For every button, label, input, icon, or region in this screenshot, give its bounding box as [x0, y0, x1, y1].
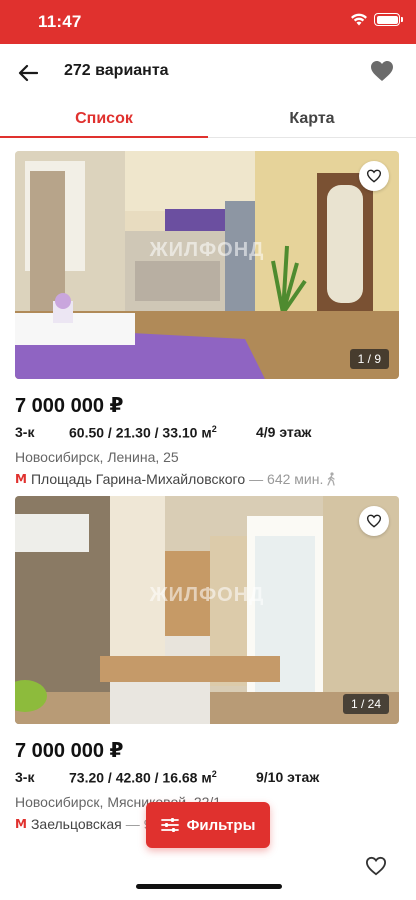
add-favorite-button[interactable] — [359, 506, 389, 536]
heart-icon — [371, 61, 393, 81]
apartment-photo-living-room — [15, 151, 399, 379]
home-indicator — [136, 884, 282, 889]
metro-info: Ⅿ Площадь Гарина-Михайловского — 642 мин… — [15, 471, 399, 487]
status-time: 11:47 — [38, 12, 82, 31]
filters-label: Фильтры — [186, 816, 256, 834]
floor: 4/9 этаж — [256, 424, 312, 440]
apartment-photo-kitchen — [15, 496, 399, 724]
photo-counter: 1 / 9 — [349, 349, 389, 369]
add-favorite-button[interactable] — [359, 161, 389, 191]
listing-photo[interactable]: ЖИЛФОНД 1 / 9 — [15, 151, 399, 379]
area-unit-sup: 2 — [211, 424, 217, 434]
area-values: 60.50 / 21.30 / 33.10 м — [69, 424, 212, 441]
rooms-count: 3-к — [15, 769, 35, 785]
metro-icon: Ⅿ — [15, 471, 27, 486]
listing-price: 7 000 000 ₽ — [15, 740, 124, 762]
listing-address: Новосибирск, Ленина, 25 — [15, 448, 179, 465]
tab-list[interactable]: Список — [0, 102, 208, 138]
areas: 60.50 / 21.30 / 33.10 м2 — [69, 424, 256, 441]
listing-specs: 3-к 73.20 / 42.80 / 16.68 м2 9/10 этаж — [15, 769, 399, 786]
nav-bar: 272 варианта — [0, 44, 416, 102]
listing-card[interactable]: ЖИЛФОНД 1 / 9 7 000 000 ₽ 3-к 60.50 / 21… — [15, 151, 399, 487]
status-icons — [350, 13, 403, 26]
walking-person-icon — [327, 472, 336, 486]
metro-icon: Ⅿ — [15, 816, 27, 831]
back-button[interactable] — [12, 57, 44, 89]
arrow-left-icon — [18, 64, 38, 82]
listing-specs: 3-к 60.50 / 21.30 / 33.10 м2 4/9 этаж — [15, 424, 399, 441]
rooms-count: 3-к — [15, 424, 35, 440]
listing-photo[interactable]: ЖИЛФОНД 1 / 24 — [15, 496, 399, 724]
listing-card[interactable]: ЖИЛФОНД 1 / 24 7 000 000 ₽ 3-к 73.20 / 4… — [15, 496, 399, 832]
photo-counter: 1 / 24 — [342, 694, 389, 714]
battery-icon — [374, 13, 403, 26]
heart-outline-icon[interactable] — [364, 856, 388, 876]
metro-station: Заельцовская — [30, 815, 122, 832]
page-title: 272 варианта — [64, 62, 169, 79]
status-bar: 11:47 — [0, 0, 416, 44]
heart-outline-icon — [366, 169, 382, 183]
wifi-icon — [351, 13, 367, 26]
floor: 9/10 этаж — [256, 769, 320, 785]
view-tabs: Список Карта — [0, 102, 416, 138]
filters-button[interactable]: Фильтры — [146, 802, 270, 848]
listing-price: 7 000 000 ₽ — [15, 395, 124, 417]
sliders-icon — [160, 818, 179, 832]
heart-outline-icon — [366, 514, 382, 528]
metro-station: Площадь Гарина-Михайловского — [30, 470, 246, 487]
area-values: 73.20 / 42.80 / 16.68 м — [69, 769, 212, 786]
area-unit-sup: 2 — [211, 769, 217, 779]
tab-map[interactable]: Карта — [208, 102, 416, 138]
metro-distance: — 642 мин. — [249, 470, 324, 487]
watermark: ЖИЛФОНД — [149, 584, 265, 606]
areas: 73.20 / 42.80 / 16.68 м2 — [69, 769, 256, 786]
favorites-button[interactable] — [370, 60, 398, 86]
watermark: ЖИЛФОНД — [149, 239, 265, 261]
